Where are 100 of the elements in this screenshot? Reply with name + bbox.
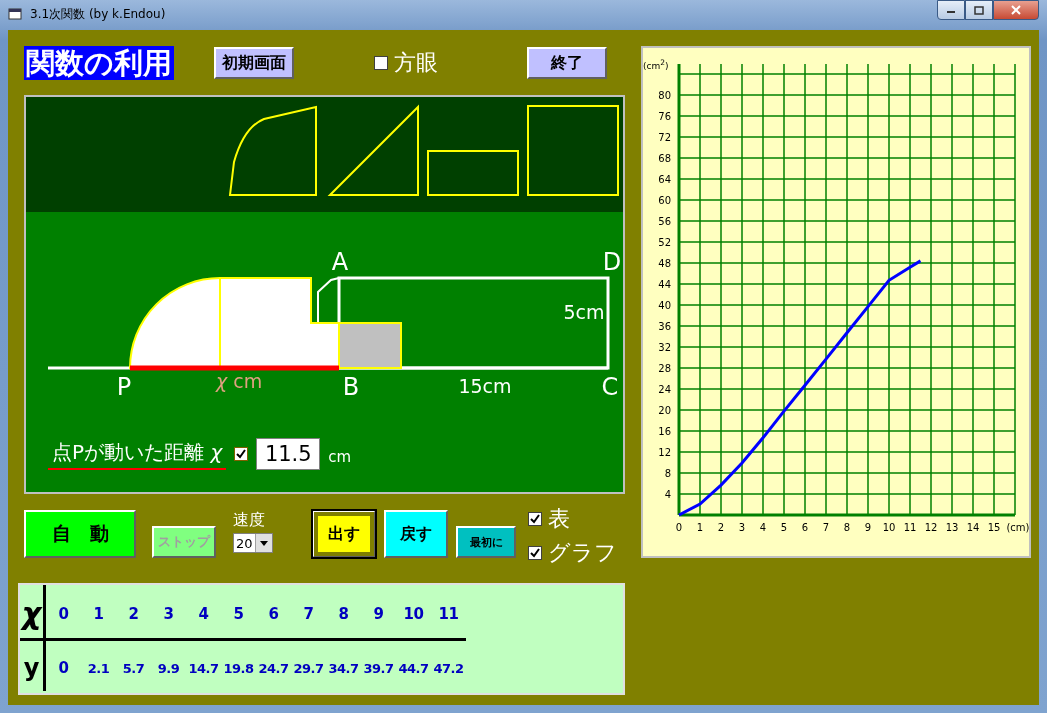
checkmark-icon	[530, 548, 540, 558]
y-tick-label: 32	[658, 342, 671, 353]
y-tick-label: 20	[658, 405, 671, 416]
length-label: 15cm	[458, 375, 512, 397]
reset-button[interactable]: 初期画面	[214, 47, 294, 79]
table-cell: 10	[396, 585, 431, 641]
x-tick-label: 0	[675, 522, 683, 533]
checkbox-label: 方眼	[394, 49, 438, 77]
table-cell-text: 9.9	[156, 659, 181, 678]
x-tick-label: 8	[843, 522, 851, 533]
checkbox-label: グラフ	[548, 539, 617, 567]
y-tick-label: 44	[658, 279, 671, 290]
x-tick-label: 5	[780, 522, 788, 533]
y-tick-label: 12	[658, 447, 671, 458]
table-cell: 7	[291, 585, 326, 641]
quit-button[interactable]: 終了	[527, 47, 607, 79]
y-tick-label: 4	[664, 489, 671, 500]
y-tick-label: 36	[658, 321, 671, 332]
y-tick-label: 56	[658, 216, 671, 227]
table-header: y	[20, 641, 46, 691]
x-tick-label: 1	[696, 522, 704, 533]
y-tick-label: 64	[658, 174, 671, 185]
window-title: 3.1次関数 (by k.Endou)	[30, 6, 166, 23]
table-cell: 0	[46, 585, 81, 641]
checkmark-icon	[236, 449, 247, 459]
distance-field[interactable]: 11.5	[256, 438, 321, 470]
table-cell-text: 34.7	[327, 659, 360, 678]
table-cell-text: 0	[57, 658, 70, 679]
back-button[interactable]: 戻す	[384, 510, 448, 558]
length-label: 5cm	[563, 301, 605, 323]
table-cell: 3	[151, 585, 186, 641]
table-cell-text: 14.7	[187, 659, 220, 678]
table-cell-text: 39.7	[362, 659, 395, 678]
first-button[interactable]: 最初に	[456, 526, 516, 558]
vertex-label: B	[342, 373, 360, 401]
x-tick-label: 7	[822, 522, 830, 533]
checkbox[interactable]	[234, 447, 249, 461]
vertex-label: A	[331, 248, 349, 276]
table-header: χ	[20, 585, 46, 641]
y-tick-label: 68	[658, 153, 671, 164]
x-tick-label: 6	[801, 522, 809, 533]
app-icon	[8, 8, 22, 20]
y-tick-label: 76	[658, 111, 671, 122]
auto-button[interactable]: 自 動	[24, 510, 136, 558]
distance-label: 点Pが動いた距離 χ	[48, 438, 227, 470]
x-tick-label: 9	[864, 522, 872, 533]
checkbox[interactable]	[528, 546, 542, 560]
x-tick-label: 4	[759, 522, 767, 533]
y-tick-label: 52	[658, 237, 671, 248]
y-tick-label: 28	[658, 363, 671, 374]
table-cell: 8	[326, 585, 361, 641]
x-axis-label: (cm)	[1006, 522, 1029, 533]
close-button[interactable]	[993, 0, 1039, 20]
close-icon	[1011, 5, 1021, 15]
x-tick-label: 12	[924, 522, 938, 533]
x-tick-label: 10	[882, 522, 896, 533]
checkbox[interactable]	[528, 512, 542, 526]
show-button[interactable]: 出す	[312, 510, 376, 558]
y-tick-label: 8	[664, 468, 671, 479]
table-cell: 1	[81, 585, 116, 641]
vertex-label: D	[602, 248, 622, 276]
y-tick-label: 60	[658, 195, 671, 206]
maximize-button[interactable]	[965, 0, 993, 20]
y-tick-label: 80	[658, 90, 671, 101]
y-axis-label: (cm$^{2}$)	[643, 61, 669, 71]
table-cell: 2	[116, 585, 151, 641]
table-cell-text: 5.7	[121, 659, 146, 678]
x-tick-label: 3	[738, 522, 746, 533]
speed-select[interactable]: 20	[233, 533, 273, 553]
table-cell: 11	[431, 585, 466, 641]
table-cell: 6	[256, 585, 291, 641]
minimize-button[interactable]	[937, 0, 965, 20]
table-cell-text: 24.7	[257, 659, 290, 678]
x-tick-label: 13	[945, 522, 959, 533]
point-label: P	[116, 373, 132, 401]
table-cell-text: 47.2	[432, 659, 465, 678]
table-cell: 4	[186, 585, 221, 641]
x-tick-label: 14	[966, 522, 980, 533]
maximize-icon	[974, 5, 984, 15]
app-heading: 関数の利用	[24, 46, 174, 80]
y-tick-label: 72	[658, 132, 671, 143]
x-tick-label: 11	[903, 522, 917, 533]
table-cell: 9	[361, 585, 396, 641]
checkmark-icon	[530, 514, 540, 524]
table-cell-text: 44.7	[397, 659, 430, 678]
unit-label: cm	[328, 448, 352, 466]
y-tick-label: 24	[658, 384, 671, 395]
x-tick-label: 2	[717, 522, 725, 533]
checkbox-label: 表	[548, 505, 570, 533]
table-cell-text: 19.8	[222, 659, 255, 678]
distance-mark: χ cm	[216, 370, 263, 392]
checkbox[interactable]	[374, 56, 388, 70]
speed-label: 速度	[233, 510, 266, 531]
vertex-label: C	[601, 373, 619, 401]
table-cell-text: 2.1	[86, 659, 111, 678]
x-tick-label: 15	[987, 522, 1001, 533]
table-cell: 5	[221, 585, 256, 641]
table-cell-text: 29.7	[292, 659, 325, 678]
y-tick-label: 40	[658, 300, 671, 311]
y-tick-label: 16	[658, 426, 671, 437]
